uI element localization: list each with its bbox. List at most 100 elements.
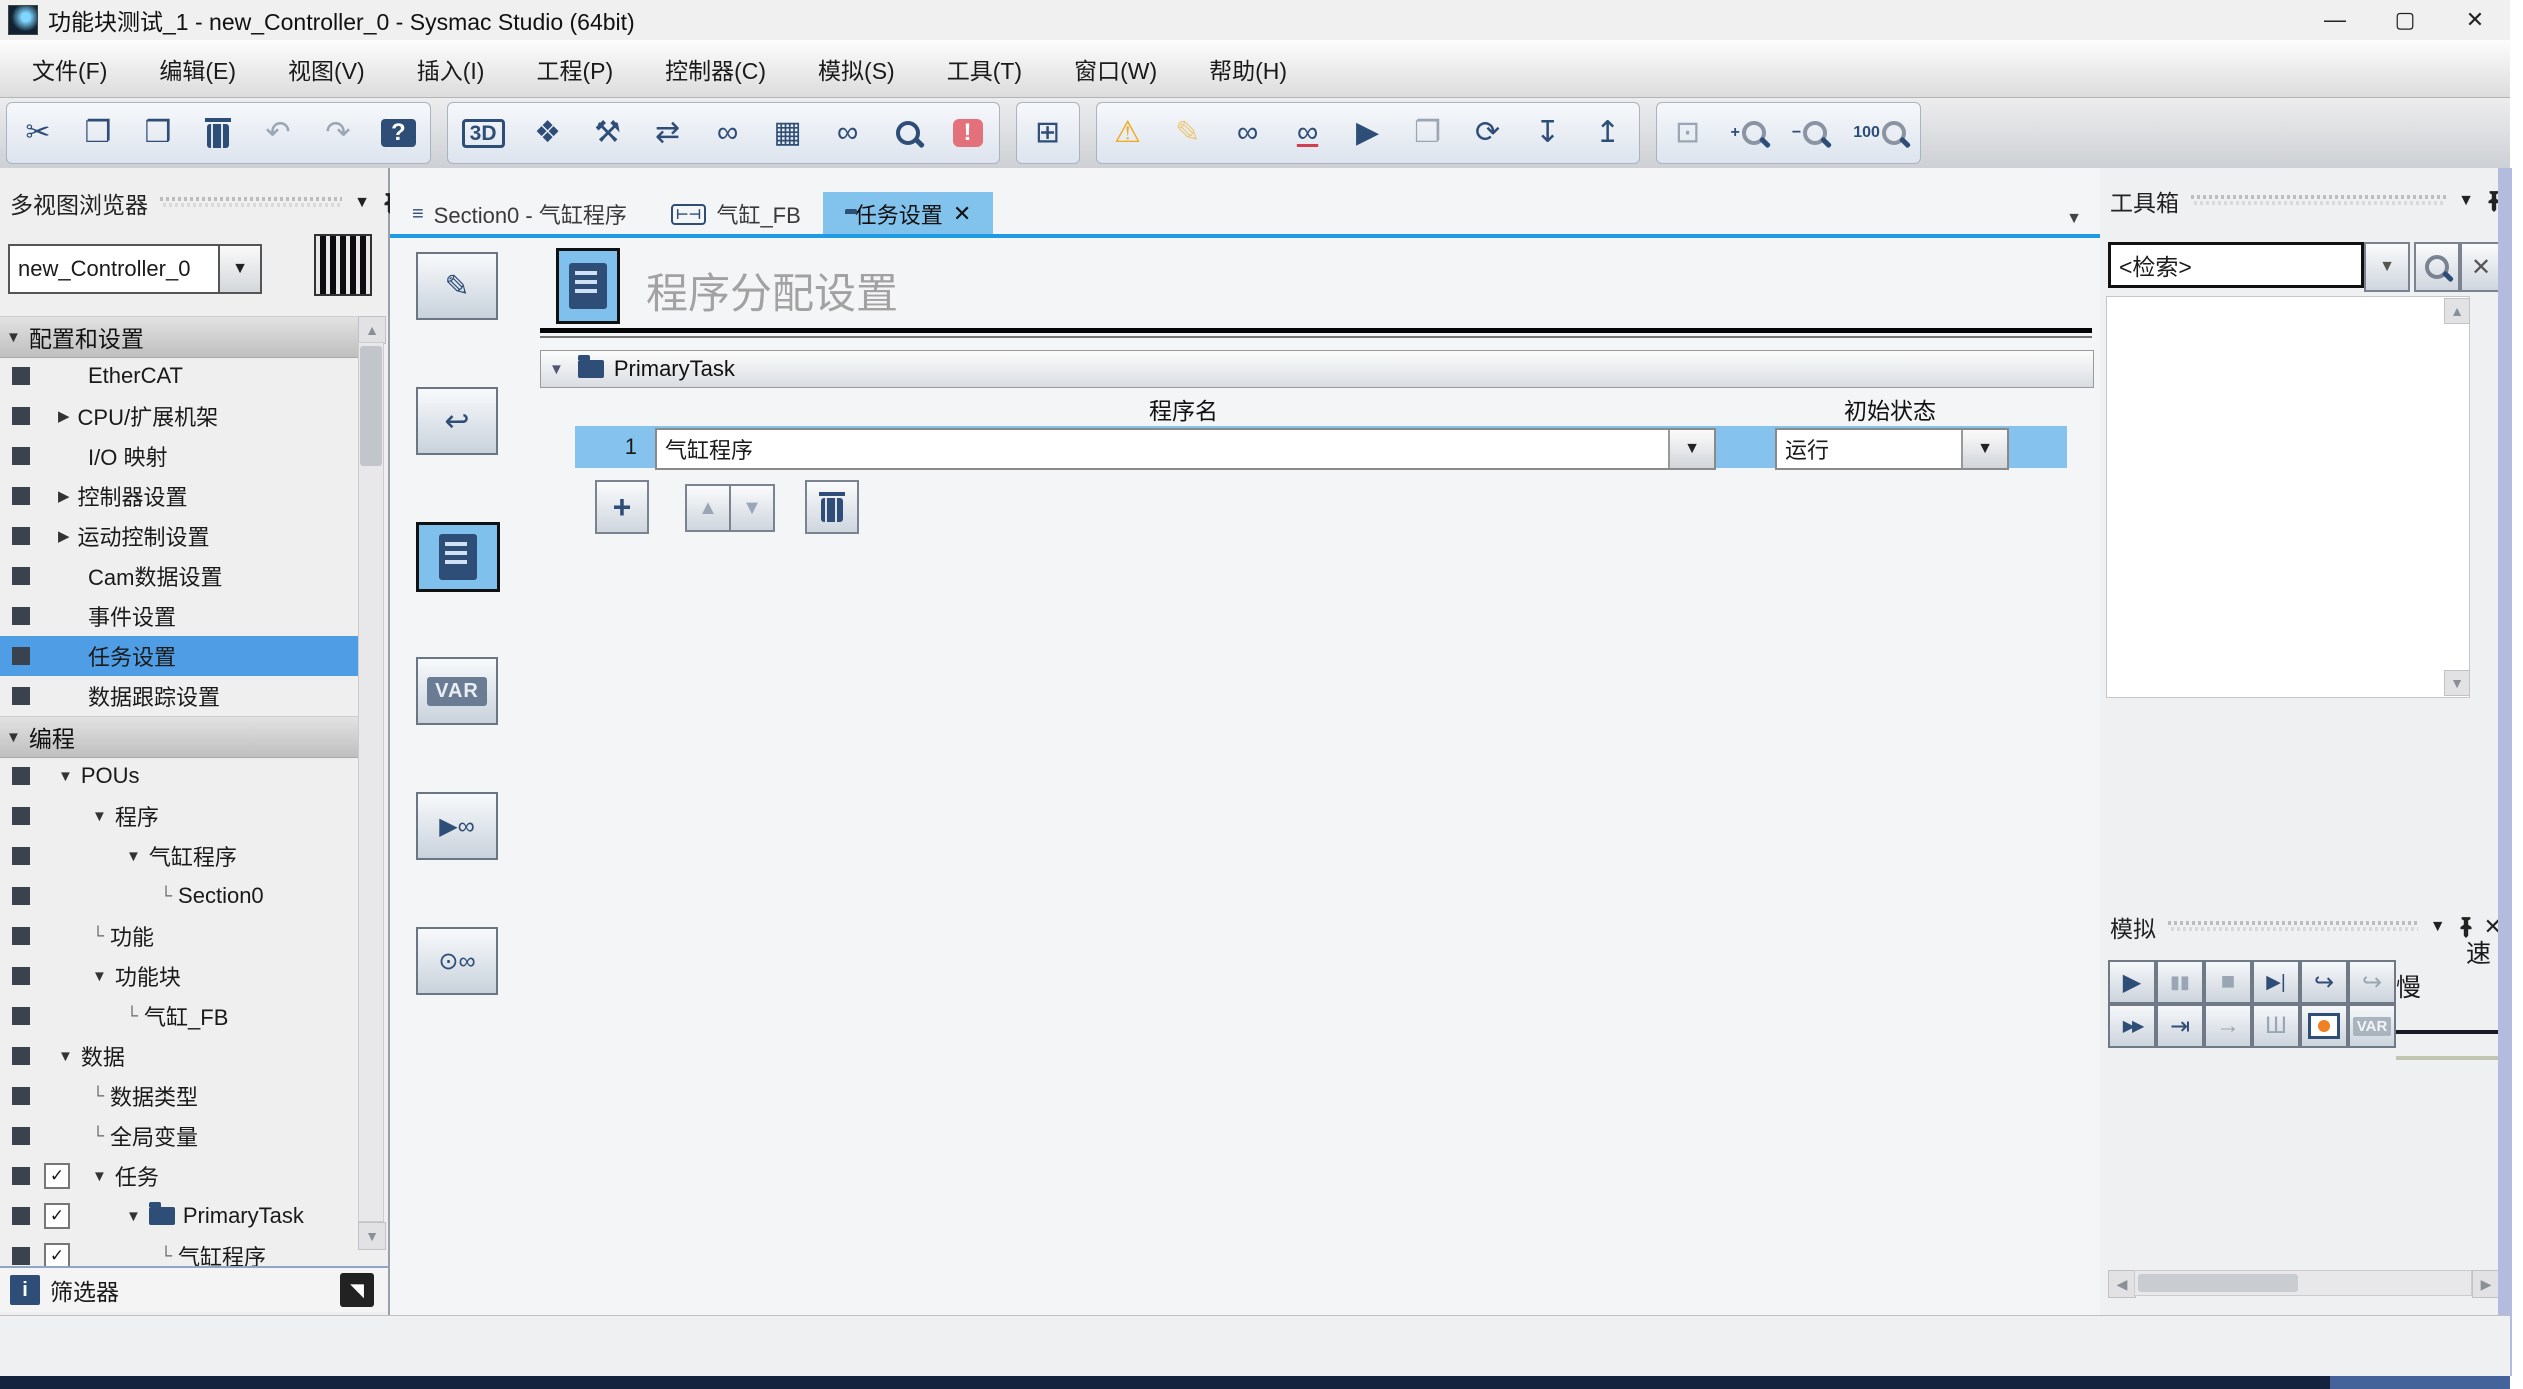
- maximize-button[interactable]: ▢: [2370, 1, 2440, 39]
- simulation-pane-icon[interactable]: ⊞: [1031, 118, 1065, 148]
- tree-item-programs[interactable]: ▼ 程序: [0, 796, 358, 836]
- expander-icon[interactable]: ▶: [58, 487, 70, 505]
- move-down-button[interactable]: ▼: [729, 484, 775, 532]
- scrollbar-thumb[interactable]: [2138, 1274, 2298, 1292]
- delete-icon[interactable]: [201, 118, 235, 148]
- tree-item-global-vars[interactable]: └ 全局变量: [0, 1116, 358, 1156]
- checkbox[interactable]: ✓: [44, 1163, 70, 1189]
- tree-section-config[interactable]: ▼ 配置和设置: [0, 316, 358, 358]
- tree-item-io-map[interactable]: I/O 映射: [0, 436, 358, 476]
- scrollbar-down-button[interactable]: ▼: [2444, 670, 2470, 696]
- watch-window-icon[interactable]: ∞: [711, 118, 745, 148]
- sim-continue-button[interactable]: →: [2204, 1004, 2252, 1048]
- toolbox-content[interactable]: [2106, 296, 2470, 698]
- delete-row-button[interactable]: [805, 480, 859, 534]
- tab-task-settings[interactable]: 任务设置 ✕: [823, 192, 993, 236]
- search-icon[interactable]: [2414, 242, 2460, 292]
- filter-bar[interactable]: i 筛选器 ◥: [0, 1266, 388, 1312]
- sim-step-in-button[interactable]: ↪: [2300, 960, 2348, 1004]
- scrollbar-up-button[interactable]: ▲: [2444, 298, 2470, 324]
- expander-icon[interactable]: ▼: [92, 968, 107, 985]
- tab-list-dropdown-icon[interactable]: ▼: [2066, 210, 2100, 236]
- edit-disable-icon[interactable]: ✎: [1171, 118, 1205, 148]
- scrollbar-right-button[interactable]: ▶: [2472, 1270, 2500, 1298]
- tree-section-programming[interactable]: ▼ 编程: [0, 716, 358, 758]
- scrollbar-down-button[interactable]: ▼: [358, 1222, 386, 1250]
- stop-monitor-icon[interactable]: ∞: [1291, 118, 1325, 148]
- menu-help[interactable]: 帮助(H): [1183, 40, 1313, 97]
- zoom-out-icon[interactable]: −: [1792, 121, 1827, 145]
- tree-item-cylinder-program[interactable]: ▼ 气缸程序: [0, 836, 358, 876]
- auto-hide-icon[interactable]: ◥: [340, 1273, 374, 1307]
- sim-var-button[interactable]: VAR: [2348, 1004, 2396, 1048]
- checkbox[interactable]: ✓: [44, 1203, 70, 1229]
- controller-select[interactable]: new_Controller_0 ▼: [8, 244, 262, 294]
- expander-icon[interactable]: ▶: [58, 407, 70, 425]
- menu-insert[interactable]: 插入(I): [391, 40, 511, 97]
- tree-item-task-settings[interactable]: 任务设置: [0, 636, 358, 676]
- search-dropdown-icon[interactable]: ▼: [2364, 242, 2410, 292]
- sim-run-to-button[interactable]: ⇥: [2156, 1004, 2204, 1048]
- online-warning-icon[interactable]: ⚠: [1111, 118, 1145, 148]
- task-group-header[interactable]: ▼ PrimaryTask: [540, 350, 2094, 388]
- tree-item-data[interactable]: ▼ 数据: [0, 1036, 358, 1076]
- chevron-down-icon[interactable]: ▼: [2430, 918, 2446, 936]
- menu-controller[interactable]: 控制器(C): [639, 40, 792, 97]
- tree-item-section0[interactable]: └ Section0: [0, 876, 358, 916]
- move-up-button[interactable]: ▲: [685, 484, 731, 532]
- task-execution-button[interactable]: ↩: [416, 387, 498, 455]
- monitor-mode-icon[interactable]: ∞: [1231, 118, 1265, 148]
- tree-item-tasks[interactable]: ✓ ▼ 任务: [0, 1156, 358, 1196]
- expander-icon[interactable]: ▼: [549, 361, 564, 378]
- tree-item-cylinder-fb[interactable]: └ 气缸_FB: [0, 996, 358, 1036]
- minimize-button[interactable]: —: [2300, 1, 2370, 39]
- tab-close-icon[interactable]: ✕: [953, 201, 971, 227]
- speed-slider[interactable]: [2396, 1030, 2500, 1034]
- expander-icon[interactable]: ▼: [6, 729, 21, 746]
- tree-item-event-settings[interactable]: 事件设置: [0, 596, 358, 636]
- copy-program-icon[interactable]: ❐: [1411, 118, 1445, 148]
- sim-pause-button[interactable]: ▮▮: [2156, 960, 2204, 1004]
- zoom-100-icon[interactable]: 100: [1853, 121, 1906, 145]
- cross-reference-icon[interactable]: ⇄: [651, 118, 685, 148]
- scrollbar-up-button[interactable]: ▲: [358, 316, 386, 344]
- variable-settings-button[interactable]: VAR: [416, 657, 498, 725]
- tree-item-cpu-rack[interactable]: ▶ CPU/扩展机架: [0, 396, 358, 436]
- sim-step-button[interactable]: ▶|: [2252, 960, 2300, 1004]
- watch-run-button[interactable]: ▶∞: [416, 792, 498, 860]
- edit-mode-button[interactable]: ✎: [416, 252, 498, 320]
- scrollbar-track[interactable]: [358, 342, 384, 1222]
- scrollbar-track[interactable]: [2134, 1270, 2472, 1296]
- undo-icon[interactable]: ↶: [261, 118, 295, 148]
- 3d-view-icon[interactable]: 3D: [462, 119, 505, 148]
- tree-item-controller-setup[interactable]: ▶ 控制器设置: [0, 476, 358, 516]
- menu-file[interactable]: 文件(F): [6, 40, 133, 97]
- paste-icon[interactable]: ❒: [141, 118, 175, 148]
- tree-item-motion-control[interactable]: ▶ 运动控制设置: [0, 516, 358, 556]
- chevron-down-icon[interactable]: ▼: [2458, 192, 2474, 210]
- redo-icon[interactable]: ↷: [321, 118, 355, 148]
- sim-step-out-button[interactable]: ↪: [2348, 960, 2396, 1004]
- zoom-in-icon[interactable]: +: [1731, 121, 1766, 145]
- menu-window[interactable]: 窗口(W): [1048, 40, 1183, 97]
- tab-section0[interactable]: ≡ Section0 - 气缸程序: [390, 192, 649, 236]
- tree-item-function-blocks[interactable]: ▼ 功能块: [0, 956, 358, 996]
- sim-hold-button[interactable]: Ш: [2252, 1004, 2300, 1048]
- sim-stop-button[interactable]: ■: [2204, 960, 2252, 1004]
- tree-item-primarytask[interactable]: ✓ ▼ PrimaryTask: [0, 1196, 358, 1236]
- menu-simulation[interactable]: 模拟(S): [792, 40, 921, 97]
- chevron-down-icon[interactable]: ▼: [1668, 430, 1714, 468]
- scrollbar-left-button[interactable]: ◀: [2108, 1270, 2136, 1298]
- error-list-icon[interactable]: !: [951, 119, 985, 147]
- chevron-down-icon[interactable]: ▼: [1961, 430, 2007, 468]
- expander-icon[interactable]: ▼: [92, 1168, 107, 1185]
- expander-icon[interactable]: ▼: [58, 1048, 73, 1065]
- sim-fast-forward-button[interactable]: ▶▶: [2108, 1004, 2156, 1048]
- expander-icon[interactable]: ▼: [126, 1208, 141, 1225]
- upload-controller-icon[interactable]: ↥: [1591, 118, 1625, 148]
- monitor-glasses-icon[interactable]: ∞: [831, 118, 865, 148]
- fit-zoom-icon[interactable]: ⊡: [1671, 118, 1705, 148]
- chevron-down-icon[interactable]: ▼: [218, 246, 260, 292]
- sim-record-button[interactable]: [2300, 1004, 2348, 1048]
- sim-play-button[interactable]: ▶: [2108, 960, 2156, 1004]
